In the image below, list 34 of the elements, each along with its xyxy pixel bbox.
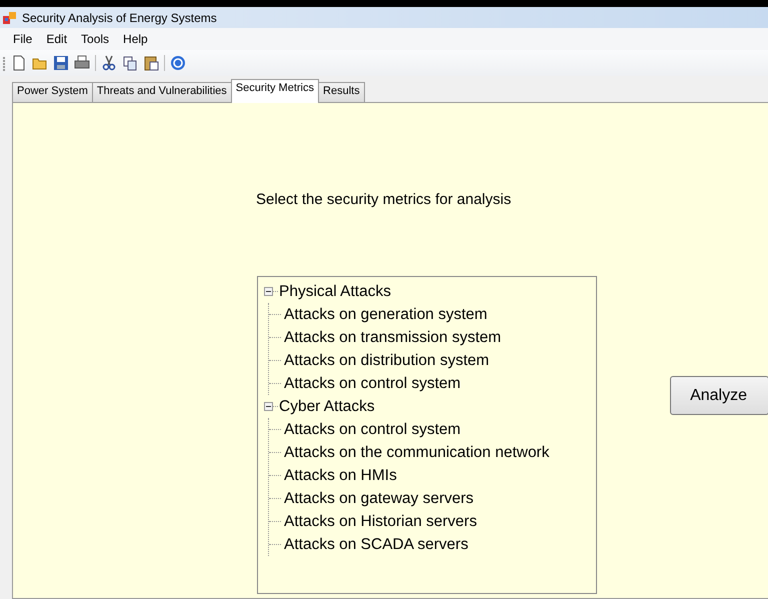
print-icon[interactable] bbox=[74, 55, 90, 71]
tree-node[interactable]: Cyber Attacks bbox=[278, 398, 375, 416]
tree-node[interactable]: Attacks on control system bbox=[283, 374, 461, 392]
tree-node[interactable]: Attacks on gateway servers bbox=[283, 490, 474, 508]
tab[interactable]: Security Metrics bbox=[230, 79, 320, 103]
copy-icon[interactable] bbox=[122, 55, 138, 71]
instruction-text: Select the security metrics for analysis bbox=[256, 191, 512, 208]
tree-node[interactable]: Attacks on the communication network bbox=[283, 444, 550, 462]
analyze-button[interactable]: Analyze bbox=[670, 376, 768, 415]
tree-node[interactable]: Attacks on HMIs bbox=[283, 466, 397, 484]
tree-node[interactable]: Attacks on transmission system bbox=[283, 328, 502, 346]
collapse-icon[interactable] bbox=[264, 402, 273, 411]
help-icon[interactable] bbox=[170, 55, 186, 71]
tab[interactable]: Results bbox=[318, 82, 365, 102]
paste-icon[interactable] bbox=[143, 55, 159, 71]
cut-icon[interactable] bbox=[101, 55, 117, 71]
tree-node[interactable]: Attacks on generation system bbox=[283, 306, 488, 324]
tree-node[interactable]: Attacks on SCADA servers bbox=[283, 536, 468, 554]
collapse-icon[interactable] bbox=[264, 287, 273, 296]
tree-node[interactable]: Attacks on Historian servers bbox=[283, 512, 477, 530]
tab[interactable]: Power System bbox=[12, 82, 93, 102]
tab[interactable]: Threats and Vulnerabilities bbox=[92, 82, 232, 102]
tree-node[interactable]: Attacks on distribution system bbox=[283, 352, 490, 370]
save-icon[interactable] bbox=[53, 55, 69, 71]
app-icon bbox=[3, 10, 17, 24]
menu-item[interactable]: Tools bbox=[74, 32, 116, 46]
tree-node[interactable]: Physical Attacks bbox=[278, 282, 391, 300]
tree-node[interactable]: Attacks on control system bbox=[283, 420, 461, 438]
menu-item[interactable]: File bbox=[6, 32, 40, 46]
window-title: Security Analysis of Energy Systems bbox=[22, 10, 217, 24]
menu-item[interactable]: Edit bbox=[39, 32, 74, 46]
new-file-icon[interactable] bbox=[11, 55, 27, 71]
menu-item[interactable]: Help bbox=[116, 32, 155, 46]
grip-icon bbox=[3, 54, 6, 72]
